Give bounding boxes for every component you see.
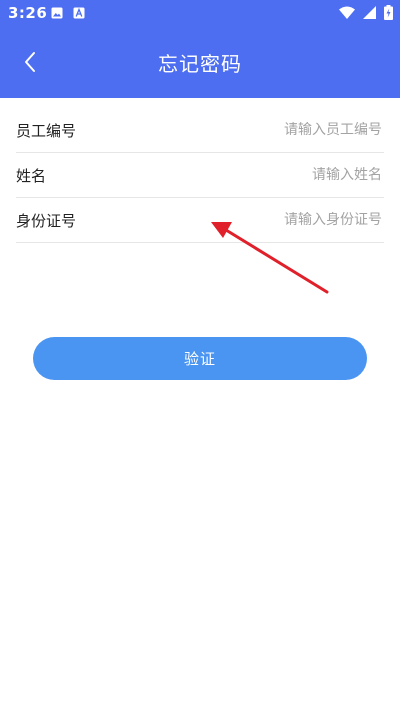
wifi-icon	[339, 6, 355, 19]
employee-id-label: 员工编号	[16, 121, 77, 140]
forgot-password-form: 员工编号 姓名 身份证号	[16, 108, 384, 243]
image-icon	[51, 7, 63, 19]
employee-id-row: 员工编号	[16, 108, 384, 153]
id-card-row: 身份证号	[16, 198, 384, 243]
name-label: 姓名	[16, 166, 47, 185]
nav-bar: 忘记密码	[0, 28, 400, 98]
app-header: 3:26 忘记密码	[0, 0, 400, 98]
signal-icon	[363, 6, 376, 19]
id-card-label: 身份证号	[16, 211, 77, 230]
name-row: 姓名	[16, 153, 384, 198]
employee-id-input[interactable]	[162, 122, 384, 138]
page-title: 忘记密码	[158, 52, 242, 76]
status-system-icons	[339, 5, 393, 20]
status-time: 3:26	[8, 4, 48, 22]
status-bar: 3:26	[0, 0, 400, 28]
id-card-input[interactable]	[162, 212, 384, 228]
font-a-icon	[73, 7, 85, 19]
status-notification-icons	[51, 7, 85, 19]
verify-button[interactable]: 验证	[33, 337, 367, 380]
name-input[interactable]	[162, 167, 384, 183]
battery-charging-icon	[384, 5, 393, 20]
